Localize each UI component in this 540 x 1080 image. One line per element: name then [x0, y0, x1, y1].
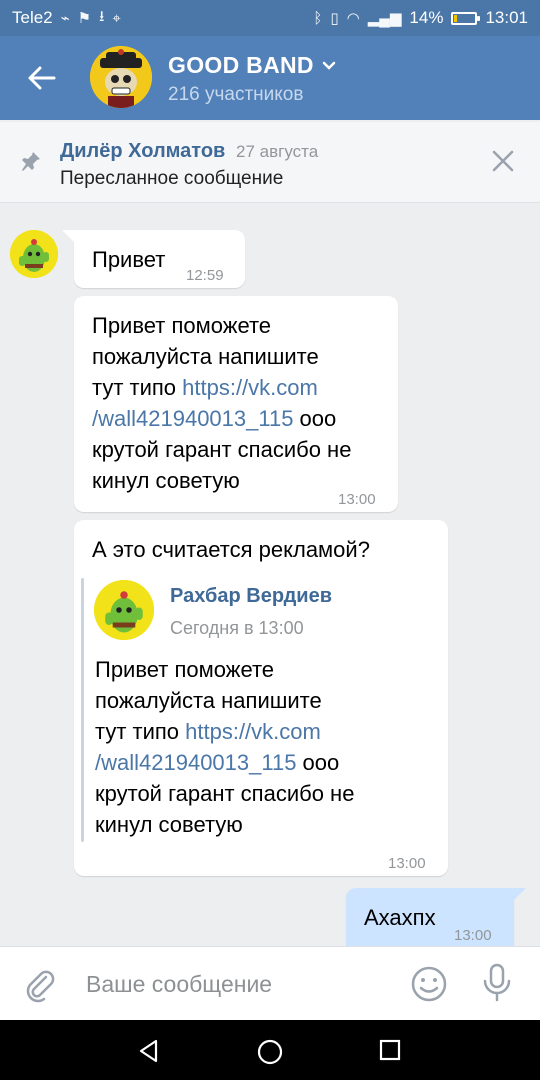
forwarded-text: Привет поможете пожалуйста напишите тут … [95, 654, 435, 840]
message-line: тут типо [95, 719, 186, 744]
message-line: Привет поможете [92, 313, 272, 338]
message-link[interactable]: https://vk.com [185, 719, 321, 744]
message-line: Привет поможете [95, 657, 275, 682]
emoji-icon[interactable] [410, 965, 448, 1003]
close-icon[interactable] [490, 148, 516, 174]
message-input-bar: Ваше сообщение [0, 946, 540, 1021]
mic-icon[interactable] [482, 963, 512, 1003]
forwarded-author-avatar[interactable] [94, 580, 154, 640]
pinned-author[interactable]: Дилёр Холматов [60, 140, 225, 163]
forwarded-date: Сегодня в 13:00 [170, 618, 304, 638]
location-icon: ⌖ [112, 9, 121, 27]
sender-avatar[interactable] [10, 230, 58, 278]
message-line: пожалуйста напишите [92, 344, 319, 369]
message-text: Ахахпх [364, 905, 436, 930]
carrier-label: Tele2 [12, 8, 53, 27]
message-line: крутой гарант спасибо не [95, 781, 355, 806]
chat-title-text: GOOD BAND [168, 52, 314, 78]
message-text: Привет [92, 247, 166, 272]
message-list[interactable]: Привет 12:59 Привет поможете пожалуйста … [0, 202, 540, 946]
pin-icon [22, 152, 40, 171]
message-time: 13:00 [388, 855, 426, 872]
message-line: пожалуйста напишите [95, 688, 322, 713]
pinned-date: 27 августа [236, 142, 319, 161]
message-link[interactable]: https://vk.com [182, 375, 318, 400]
message-bubble[interactable]: А это считается рекламой? Рахбар Вердиев… [74, 520, 448, 876]
forward-quote-bar [81, 578, 84, 842]
signal-icon: ▂▄▆ [367, 10, 402, 27]
bubble-tail [512, 888, 526, 902]
chevron-down-icon [322, 61, 336, 70]
group-avatar[interactable] [90, 46, 152, 108]
battery-percent: 14% [409, 8, 444, 27]
clock: 13:01 [485, 8, 528, 27]
message-text: Привет поможете пожалуйста напишите тут … [92, 310, 392, 496]
nav-home-icon[interactable] [256, 1038, 284, 1066]
chat-title[interactable]: GOOD BAND [168, 52, 336, 79]
message-line: крутой гарант спасибо не [92, 437, 352, 462]
download-icon: ⭳ [99, 7, 105, 25]
forwarded-author[interactable]: Рахбар Вердиев [170, 584, 332, 608]
outgoing-message-bubble[interactable]: Ахахпх 13:00 [346, 888, 514, 946]
message-bubble[interactable]: Привет поможете пожалуйста напишите тут … [74, 296, 398, 512]
message-line: тут типо [92, 375, 183, 400]
broom-icon: ⌁ [60, 10, 70, 27]
pinned-message[interactable]: Дилёр Холматов 27 августа Пересланное со… [0, 122, 540, 203]
status-bar: Tele2 ⌁ ⚑ ⭳ ⌖ ᛒ ▯ ◠ ▂▄▆ 14% 13:01 [0, 0, 540, 36]
message-link[interactable]: /wall421940013_115 [95, 750, 296, 775]
message-line: ооо [296, 750, 340, 775]
message-input[interactable]: Ваше сообщение [86, 971, 272, 998]
nav-back-icon[interactable] [136, 1038, 162, 1064]
attach-icon[interactable] [22, 967, 58, 1003]
back-button[interactable] [20, 58, 64, 98]
system-nav-bar [0, 1020, 540, 1080]
bluetooth-icon: ᛒ [313, 9, 323, 27]
wifi-icon: ◠ [346, 10, 360, 27]
message-time: 13:00 [454, 927, 492, 944]
message-line: кинул советую [95, 812, 243, 837]
message-text: А это считается рекламой? [92, 537, 370, 562]
battery-icon [451, 11, 481, 25]
vibrate-icon: ▯ [330, 10, 339, 27]
pinned-text: Пересланное сообщение [60, 168, 284, 189]
message-time: 12:59 [186, 267, 224, 284]
chat-header: GOOD BAND 216 участников [0, 36, 540, 120]
message-bubble[interactable]: Привет 12:59 [74, 230, 245, 288]
notification-icon: ⚑ [77, 10, 92, 27]
message-line: ооо [293, 406, 337, 431]
nav-recent-icon[interactable] [378, 1038, 402, 1062]
bubble-tail [62, 230, 76, 244]
back-arrow-icon [28, 66, 56, 90]
message-link[interactable]: /wall421940013_115 [92, 406, 293, 431]
message-time: 13:00 [338, 491, 376, 508]
member-count: 216 участников [168, 84, 304, 105]
